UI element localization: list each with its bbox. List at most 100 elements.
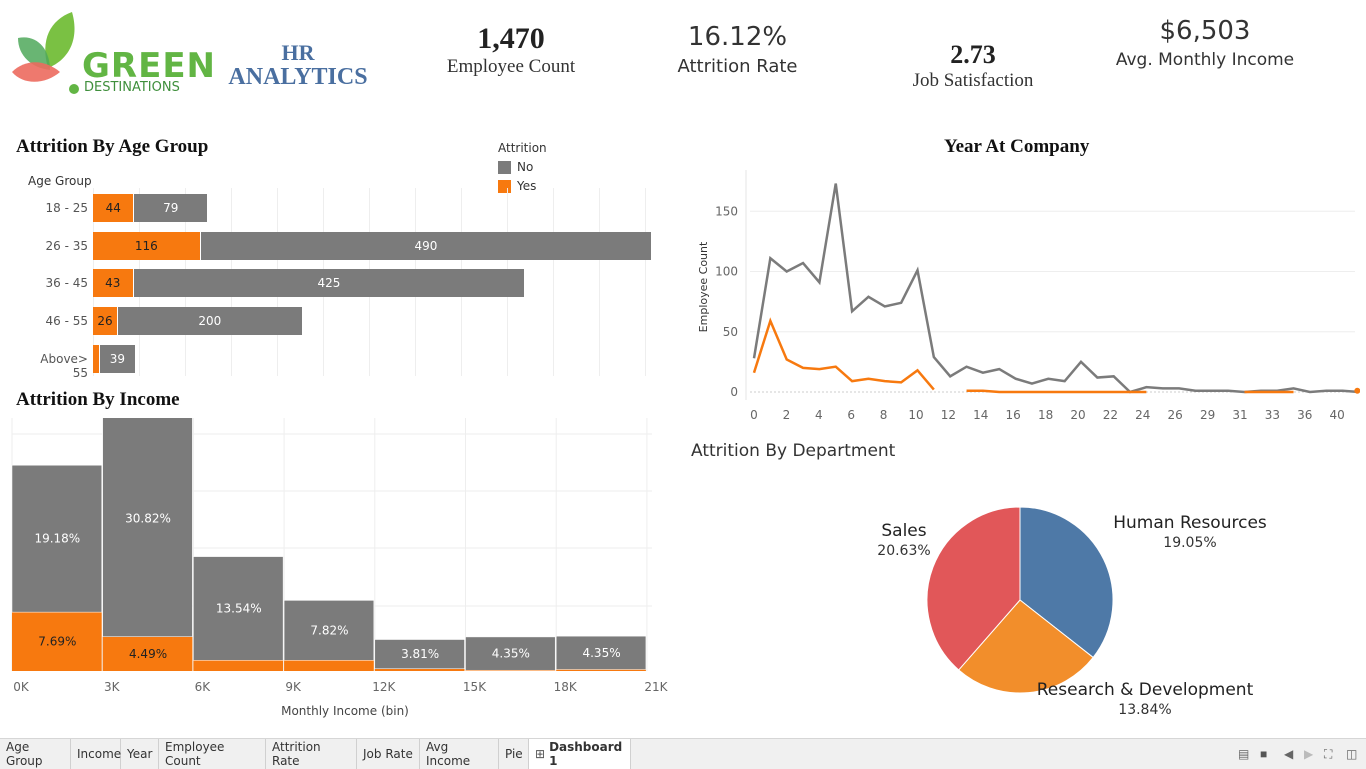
years-xtick-label: 20: [1070, 408, 1085, 422]
sheet-tab[interactable]: Income: [71, 739, 121, 769]
kpi-value: 1,470: [477, 22, 545, 55]
years-xtick-label: 0: [750, 408, 758, 422]
gridline: [599, 188, 600, 376]
years-xtick-label: 16: [1006, 408, 1021, 422]
age-bar-no[interactable]: 79: [134, 194, 208, 222]
pie-label-name: Sales: [881, 521, 927, 541]
years-xtick-label: 6: [847, 408, 855, 422]
income-bar-yes: [193, 660, 284, 671]
years-line-no: [752, 183, 1360, 394]
income-label-no: 4.35%: [492, 647, 530, 661]
dashboard-title: HR ANALYTICS: [220, 40, 376, 91]
years-xtick-label: 40: [1330, 408, 1345, 422]
sheet-tab[interactable]: Avg Income: [420, 739, 499, 769]
age-bar-yes[interactable]: 26: [93, 307, 117, 336]
sheet-tab[interactable]: Pie: [499, 739, 529, 769]
stop-icon[interactable]: ■: [1260, 747, 1267, 761]
dashboard-icon: ⊞: [535, 747, 546, 761]
age-bar-yes[interactable]: [93, 344, 99, 373]
kpi-value: 16.12%: [687, 22, 788, 52]
age-chart-title: Attrition By Age Group: [16, 136, 209, 157]
sheet-tab-label: Pie: [505, 747, 523, 761]
kpi-value: $6,503: [1159, 16, 1251, 46]
income-label-no: 30.82%: [125, 512, 171, 526]
kpi-employee-count: 1,470 Employee Count: [420, 22, 602, 78]
title-line-1: HR: [281, 40, 315, 65]
years-xtick-label: 26: [1168, 408, 1183, 422]
age-axis-label: Age Group: [28, 174, 92, 188]
years-xtick-label: 22: [1103, 408, 1118, 422]
kpi-label: Attrition Rate: [677, 56, 798, 77]
income-tick-label: 21K: [644, 680, 668, 694]
years-xtick-label: 36: [1297, 408, 1312, 422]
age-bar-yes[interactable]: 116: [93, 231, 200, 260]
pie-label-hr: Human Resources 19.05%: [1100, 513, 1280, 551]
prev-sheet-icon[interactable]: ◀: [1284, 747, 1293, 761]
years-line-yes: [752, 317, 935, 391]
years-xtick-label: 31: [1232, 408, 1247, 422]
years-xtick-label: 29: [1200, 408, 1215, 422]
age-bar-no[interactable]: 425: [133, 269, 525, 298]
years-chart-title: Year At Company: [944, 136, 1090, 157]
sheet-tab[interactable]: Age Group: [0, 739, 71, 769]
sheet-tab-label: Year: [127, 747, 153, 761]
age-bar-yes[interactable]: 43: [93, 269, 133, 298]
fullscreen-icon[interactable]: ⛶: [1324, 747, 1332, 762]
sheet-tab-bar: ▤ ■ ◀ ▶ ⛶ ◫ Age Group Income Year Employee …: [0, 738, 1366, 769]
sheet-tab[interactable]: Year: [121, 739, 159, 769]
sheet-tab-label: Job Rate: [363, 747, 413, 761]
income-label-no: 3.81%: [401, 647, 439, 661]
age-bar-no[interactable]: 39: [99, 344, 136, 373]
grid-view-icon[interactable]: ▤: [1238, 747, 1249, 761]
income-label-yes: 4.49%: [129, 647, 167, 661]
next-sheet-icon[interactable]: ▶: [1304, 747, 1313, 761]
years-xtick-label: 10: [908, 408, 923, 422]
age-category-label: 18 - 25: [45, 201, 89, 215]
presentation-icon[interactable]: ◫: [1346, 747, 1357, 761]
pie-label-pct: 19.05%: [1163, 535, 1217, 551]
income-tick-label: 18K: [554, 680, 578, 694]
years-xtick-label: 2: [783, 408, 791, 422]
sheet-tab[interactable]: Attrition Rate: [266, 739, 357, 769]
income-label-yes: 7.69%: [38, 635, 76, 649]
sheet-tab-label: Income: [77, 747, 122, 761]
income-label-no: 4.35%: [582, 646, 620, 660]
age-bar-yes[interactable]: 44: [93, 194, 134, 222]
income-label-no: 19.18%: [34, 532, 80, 546]
income-tick-label: 0K: [13, 680, 30, 694]
years-xtick-label: 33: [1265, 408, 1280, 422]
kpi-value: 2.73: [950, 40, 996, 69]
age-category-label: 46 - 55: [45, 314, 89, 329]
kpi-label: Job Satisfaction: [912, 70, 1034, 91]
sheet-tab[interactable]: Employee Count: [159, 739, 266, 769]
sheet-tab[interactable]: Job Rate: [357, 739, 420, 769]
title-line-2: ANALYTICS: [228, 64, 368, 90]
income-tick-label: 3K: [104, 680, 121, 694]
age-bar-no[interactable]: 200: [117, 307, 302, 336]
age-bar-no[interactable]: 490: [200, 231, 652, 260]
income-label-no: 13.54%: [216, 601, 262, 615]
pie-label-name: Research & Development: [1036, 680, 1254, 700]
years-xtick-label: 24: [1135, 408, 1150, 422]
legend-title: Attrition: [498, 141, 547, 155]
legend-item-no[interactable]: No: [498, 160, 547, 174]
income-bar-no: [102, 418, 193, 637]
sheet-tab-label: Avg Income: [426, 740, 471, 768]
years-ytick-label: 0: [730, 385, 738, 399]
income-tick-label: 12K: [372, 680, 396, 694]
income-chart-plot: 19.18% 7.69% 30.82% 4.49% 13.54% 7.82% 3.81% 4.…: [11, 418, 669, 718]
kpi-label: Employee Count: [446, 56, 576, 77]
income-bar-yes: [374, 668, 465, 671]
sheet-tab[interactable]: ⊞ Dashboard 1: [529, 739, 631, 769]
kpi-job-satisfaction: 2.73 Job Satisfaction: [880, 40, 1066, 92]
pie-label-sales: Sales 20.63%: [864, 521, 944, 559]
years-ytick-label: 100: [715, 265, 738, 279]
income-chart-title: Attrition By Income: [16, 389, 180, 410]
kpi-attrition-rate: 16.12% Attrition Rate: [640, 22, 835, 77]
income-bar-yes: [284, 660, 374, 671]
income-tick-label: 15K: [463, 680, 487, 694]
pie-label-pct: 13.84%: [1118, 702, 1172, 718]
leaf-logo-icon: [12, 12, 75, 82]
sheet-tab-label: Employee Count: [165, 740, 225, 768]
years-xtick-label: 8: [880, 408, 888, 422]
